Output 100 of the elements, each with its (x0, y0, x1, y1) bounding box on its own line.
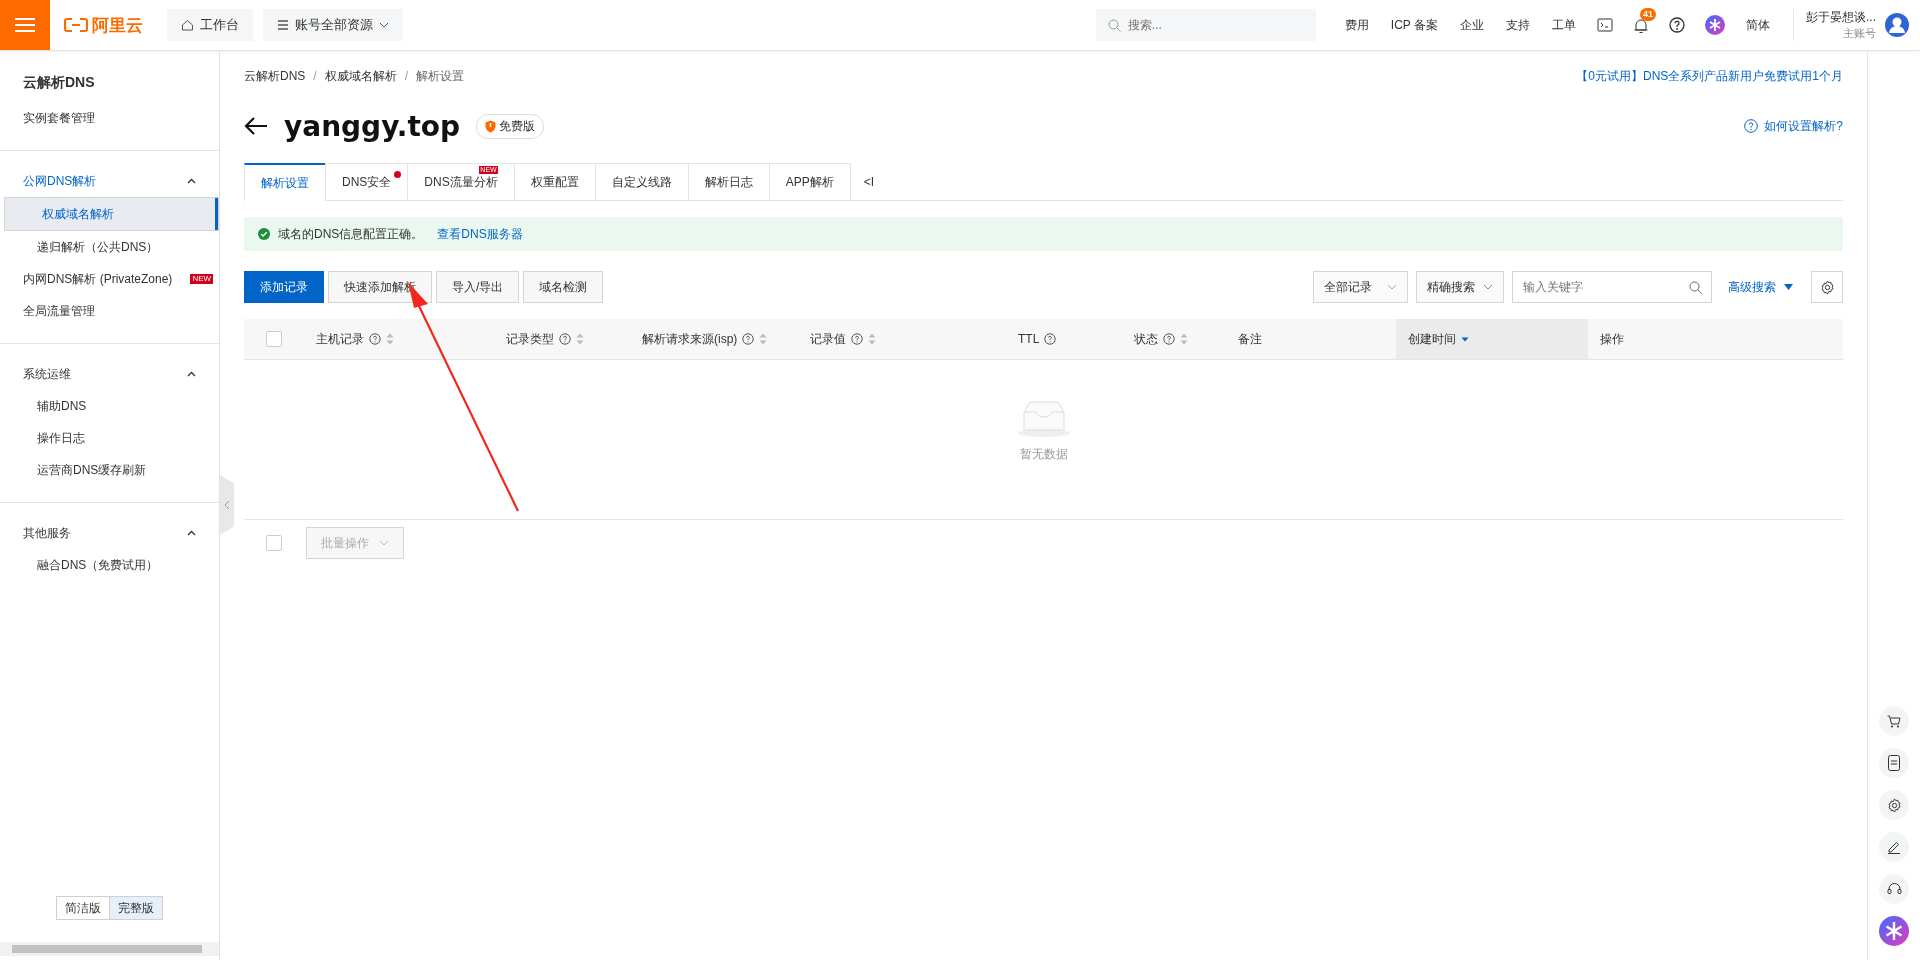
column-header-label: 操作 (1600, 330, 1624, 348)
caret-icon (1387, 284, 1397, 290)
pencil-icon (1887, 840, 1901, 854)
cart-button[interactable] (1879, 706, 1909, 736)
mode-toggle[interactable]: 完整版 (108, 896, 163, 920)
sidebar-item-label: 内网DNS解析 (PrivateZone) (23, 270, 173, 288)
feedback-button[interactable] (1879, 832, 1909, 862)
action-button[interactable]: 添加记录 (244, 271, 324, 303)
settings-button[interactable] (1811, 271, 1843, 303)
sidebar-item[interactable]: 内网DNS解析 (PrivateZone) NEW (0, 263, 219, 295)
menu-button[interactable] (0, 0, 50, 50)
assistant-icon[interactable] (1705, 15, 1725, 35)
advanced-search-link[interactable]: 高级搜索 (1728, 278, 1793, 296)
caret-icon (379, 540, 389, 546)
notification-badge: 41 (1640, 7, 1656, 21)
alert-text: 域名的DNS信息配置正确。 (278, 225, 424, 243)
keyword-field[interactable]: 输入关键字 (1512, 271, 1712, 303)
settings-button[interactable] (1879, 790, 1909, 820)
alert-link[interactable]: 查看DNS服务器 (437, 225, 523, 243)
sidebar-item[interactable]: 操作日志 (0, 422, 219, 454)
sidebar-item[interactable]: 全局流量管理 (0, 295, 219, 327)
chevron-icon (187, 371, 196, 377)
sidebar-section-header[interactable]: 公网DNS解析 (0, 165, 219, 197)
breadcrumb-link[interactable]: 权威域名解析 (324, 67, 397, 85)
top-nav-link[interactable]: 费用 (1344, 16, 1369, 34)
tab[interactable]: APP解析 (768, 163, 851, 200)
app-button[interactable] (1879, 748, 1909, 778)
top-nav-link[interactable]: ICP 备案 (1390, 16, 1438, 34)
search-icon (1689, 281, 1702, 294)
column-header-label: 记录值 (810, 330, 846, 348)
select-all-checkbox[interactable] (266, 331, 282, 347)
sidebar-item[interactable]: 运营商DNS缓存刷新 (0, 454, 219, 486)
mode-toggle[interactable]: 简洁版 (55, 896, 110, 920)
language-link[interactable]: 简体 (1746, 16, 1770, 34)
column-header[interactable]: 主机记录 (304, 319, 494, 359)
sidebar-section-header[interactable]: 其他服务 (0, 517, 219, 549)
column-header-label: 备注 (1238, 330, 1262, 348)
logo-text: 阿里云 (92, 14, 143, 37)
avatar-icon[interactable] (1884, 12, 1910, 38)
sort-descending-icon[interactable] (1461, 336, 1469, 342)
cart-icon (1887, 714, 1901, 728)
sidebar-item[interactable]: 融合DNS（免费试用） (0, 549, 219, 581)
column-header-label: TTL (1018, 332, 1040, 346)
sidebar-section-header[interactable]: 系统运维 (0, 358, 219, 390)
sidebar-item[interactable]: 辅助DNS (0, 390, 219, 422)
user-role: 主账号 (1843, 26, 1876, 41)
shield-icon (485, 119, 497, 133)
search-mode-select[interactable]: 精确搜索 (1416, 271, 1504, 303)
column-header-label: 主机记录 (316, 330, 364, 348)
column-header[interactable]: 记录类型 (494, 319, 630, 359)
back-arrow-icon[interactable] (244, 116, 268, 136)
chevron-icon (187, 530, 196, 536)
stack-icon (277, 19, 289, 31)
headset-icon (1886, 882, 1902, 896)
phone-icon (1887, 755, 1901, 771)
column-header[interactable]: 记录值 (798, 319, 1006, 359)
menu-icon (15, 17, 35, 33)
breadcrumb-link[interactable]: 云解析DNS (244, 67, 306, 85)
user-name[interactable]: 彭于晏想谈... (1806, 9, 1876, 25)
tab[interactable]: 解析设置 (244, 163, 326, 201)
record-type-select[interactable]: 全部记录 (1313, 271, 1408, 303)
help-link[interactable]: 如何设置解析? (1744, 117, 1843, 135)
tabs-collapse-button[interactable]: <I (849, 163, 889, 200)
resources-dropdown[interactable]: 账号全部资源 (263, 9, 403, 41)
action-button[interactable]: 导入/导出 (436, 271, 520, 303)
bell-icon[interactable] (1633, 16, 1649, 34)
top-nav-link[interactable]: 企业 (1460, 16, 1484, 34)
column-header[interactable]: 解析请求来源(isp) (630, 319, 798, 359)
empty-text: 暂无数据 (1019, 446, 1068, 463)
support-button[interactable] (1879, 874, 1909, 904)
action-button[interactable]: 域名检测 (523, 271, 604, 303)
horizontal-scrollbar[interactable] (0, 942, 219, 956)
top-nav-link[interactable]: 支持 (1506, 16, 1530, 34)
sidebar-item[interactable]: 递归解析（公共DNS） (0, 231, 219, 263)
assistant-icon[interactable] (1879, 916, 1909, 946)
check-circle-icon (258, 228, 270, 240)
select-all-checkbox[interactable] (266, 535, 282, 551)
terminal-icon[interactable] (1597, 18, 1613, 32)
chevron-icon (187, 178, 196, 184)
promo-link[interactable]: 【0元试用】DNS全系列产品新用户免费试用1个月 (1576, 67, 1843, 85)
column-header[interactable]: 状态 (1122, 319, 1226, 359)
sidebar-item[interactable]: 实例套餐管理 (0, 102, 219, 134)
column-header-label: 状态 (1134, 330, 1158, 348)
help-icon[interactable] (1669, 17, 1685, 33)
caret-icon (379, 22, 389, 28)
column-header[interactable]: 备注 (1226, 319, 1396, 359)
edition-tag: 免费版 (476, 113, 545, 139)
column-header[interactable]: 操作 (1588, 319, 1788, 359)
column-header[interactable]: TTL (1006, 319, 1122, 359)
caret-icon (1483, 284, 1493, 290)
logo-icon (64, 17, 88, 33)
caret-icon (1784, 284, 1793, 290)
search-field[interactable]: 搜索... (1095, 9, 1316, 41)
sidebar-item[interactable]: 权威域名解析 (4, 197, 219, 231)
column-header[interactable]: 创建时间 (1396, 319, 1588, 359)
top-nav-link[interactable]: 工单 (1552, 16, 1576, 34)
domain-title: yanggy.top (284, 109, 461, 143)
workbench-button[interactable]: 工作台 (167, 9, 253, 41)
home-icon (181, 19, 194, 31)
breadcrumb-current: 解析设置 (416, 67, 465, 85)
